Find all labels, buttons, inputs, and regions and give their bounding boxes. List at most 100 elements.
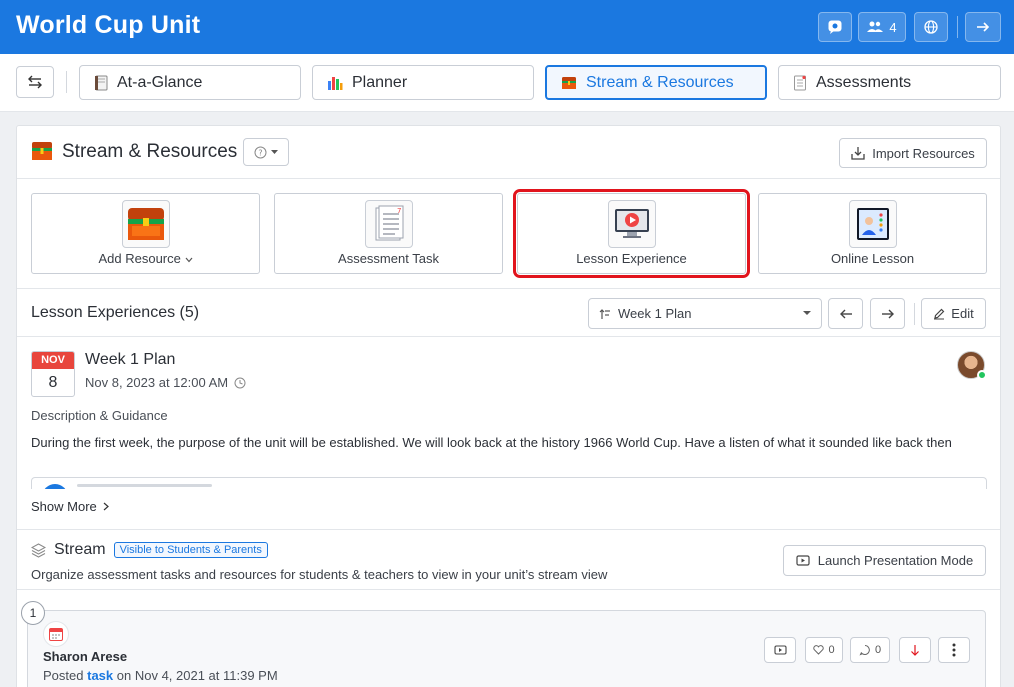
online-status-dot (977, 370, 987, 380)
tab-label: At-a-Glance (117, 73, 203, 91)
bar-chart-icon (328, 76, 343, 90)
members-button[interactable]: 4 (858, 12, 906, 42)
assessment-task-card[interactable]: 7 Assessment Task (274, 193, 503, 274)
online-lesson-card[interactable]: Online Lesson (758, 193, 987, 274)
arrow-right-icon (977, 22, 990, 32)
lesson-experience-card[interactable]: Lesson Experience (513, 189, 750, 278)
like-count: 0 (828, 644, 835, 656)
previous-button[interactable] (828, 298, 863, 329)
embedded-media-preview[interactable] (31, 477, 987, 489)
online-lesson-icon (856, 208, 889, 240)
media-progress (77, 484, 212, 487)
arrow-left-icon (839, 309, 852, 318)
import-resources-button[interactable]: Import Resources (839, 138, 987, 168)
presentation-icon (796, 554, 810, 566)
arrow-right-icon (881, 309, 894, 318)
chevron-down-icon (185, 257, 192, 263)
swap-arrows-icon (28, 75, 42, 89)
comment-icon (859, 645, 870, 656)
import-resources-label: Import Resources (872, 145, 975, 161)
stream-resources-panel: Stream & Resources ? Import Resources Ad… (16, 125, 1001, 687)
users-icon (867, 21, 884, 32)
treasure-chest-icon (127, 208, 164, 240)
lesson-experience-label: Lesson Experience (576, 251, 687, 266)
description-guidance-label: Description & Guidance (31, 408, 168, 423)
lesson-title[interactable]: Week 1 Plan (85, 351, 175, 369)
tabs-row: At-a-Glance Planner Stream & Resources A… (0, 54, 1014, 112)
layers-icon (31, 542, 46, 558)
checklist-icon: 7 (375, 205, 403, 241)
heart-icon (813, 645, 825, 655)
comment-button[interactable]: 0 (850, 637, 890, 663)
tabs-divider (66, 71, 67, 93)
tab-planner[interactable]: Planner (312, 65, 534, 100)
calendar-day: 8 (48, 374, 58, 391)
stream-post: Sharon Arese Posted task on Nov 4, 2021 … (27, 610, 986, 687)
post-meta: Posted task on Nov 4, 2021 at 11:39 PM (43, 668, 278, 683)
edit-button[interactable]: Edit (921, 298, 986, 329)
tab-assessments[interactable]: Assessments (778, 65, 1001, 100)
launch-presentation-label: Launch Presentation Mode (817, 553, 974, 568)
online-lesson-label: Online Lesson (830, 251, 915, 266)
chat-button[interactable] (818, 12, 852, 42)
move-down-button[interactable] (899, 637, 931, 663)
calendar-month: NOV (32, 352, 74, 369)
add-resource-card[interactable]: Add Resource (31, 193, 260, 274)
tab-stream-resources[interactable]: Stream & Resources (545, 65, 767, 100)
comment-count: 0 (874, 644, 882, 656)
panel-header: Stream & Resources ? Import Resources (17, 126, 1000, 179)
stream-title-row: Stream Visible to Students & Parents (31, 541, 268, 559)
tab-at-a-glance[interactable]: At-a-Glance (79, 65, 301, 100)
media-play-icon (42, 484, 68, 489)
import-tray-icon (851, 147, 865, 160)
lesson-description: During the first week, the purpose of th… (31, 435, 952, 450)
lesson-experiences-header: Lesson Experiences (5) Week 1 Plan Edit (17, 289, 1000, 337)
show-more-label: Show More (31, 499, 97, 514)
tab-label: Assessments (816, 73, 912, 91)
tab-label: Stream & Resources (586, 73, 734, 91)
presentation-icon (773, 644, 787, 655)
swap-view-button[interactable] (16, 66, 54, 98)
svg-text:7: 7 (397, 207, 401, 215)
globe-icon (924, 20, 938, 34)
posted-type[interactable]: task (87, 668, 113, 683)
visibility-badge: Visible to Students & Parents (113, 542, 268, 558)
chat-icon (828, 20, 842, 34)
arrow-down-icon (911, 645, 919, 656)
online-lesson-tile (848, 200, 897, 248)
lesson-experience-tile (607, 200, 656, 248)
treasure-chest-icon (32, 142, 52, 160)
stream-section: Stream Visible to Students & Parents Org… (17, 530, 1000, 590)
kebab-menu-icon (952, 643, 956, 657)
notebook-icon (95, 75, 108, 90)
pencil-icon (934, 308, 945, 319)
week-plan-value: Week 1 Plan (618, 306, 692, 321)
lesson-experiences-title: Lesson Experiences (5) (31, 304, 200, 321)
treasure-chest-icon (562, 76, 576, 89)
post-present-button[interactable] (764, 637, 796, 663)
assessment-task-tile: 7 (364, 200, 413, 248)
posted-date: on Nov 4, 2021 at 11:39 PM (116, 668, 278, 683)
language-button[interactable] (914, 12, 948, 42)
week-plan-select[interactable]: Week 1 Plan (588, 298, 822, 329)
members-count: 4 (889, 19, 897, 35)
more-options-button[interactable] (938, 637, 970, 663)
help-icon: ? (254, 146, 267, 158)
lesson-date: Nov 8, 2023 at 12:00 AM (85, 375, 246, 390)
unit-title: World Cup Unit (16, 11, 201, 39)
help-dropdown[interactable]: ? (243, 138, 289, 166)
svg-text:?: ? (258, 148, 262, 157)
show-more-link[interactable]: Show More (31, 499, 109, 514)
stream-subtitle: Organize assessment tasks and resources … (31, 567, 608, 582)
post-number-badge: 1 (21, 601, 45, 625)
posted-prefix: Posted (43, 668, 84, 683)
launch-presentation-button[interactable]: Launch Presentation Mode (783, 545, 986, 576)
avatar[interactable] (957, 351, 987, 380)
like-button[interactable]: 0 (805, 637, 843, 663)
calendar-date-badge: NOV 8 (31, 351, 75, 397)
exit-button[interactable] (965, 12, 1001, 42)
clock-icon (234, 377, 246, 388)
section-title: Stream & Resources (62, 141, 238, 162)
app-header: World Cup Unit 4 (0, 0, 1014, 54)
next-button[interactable] (870, 298, 905, 329)
